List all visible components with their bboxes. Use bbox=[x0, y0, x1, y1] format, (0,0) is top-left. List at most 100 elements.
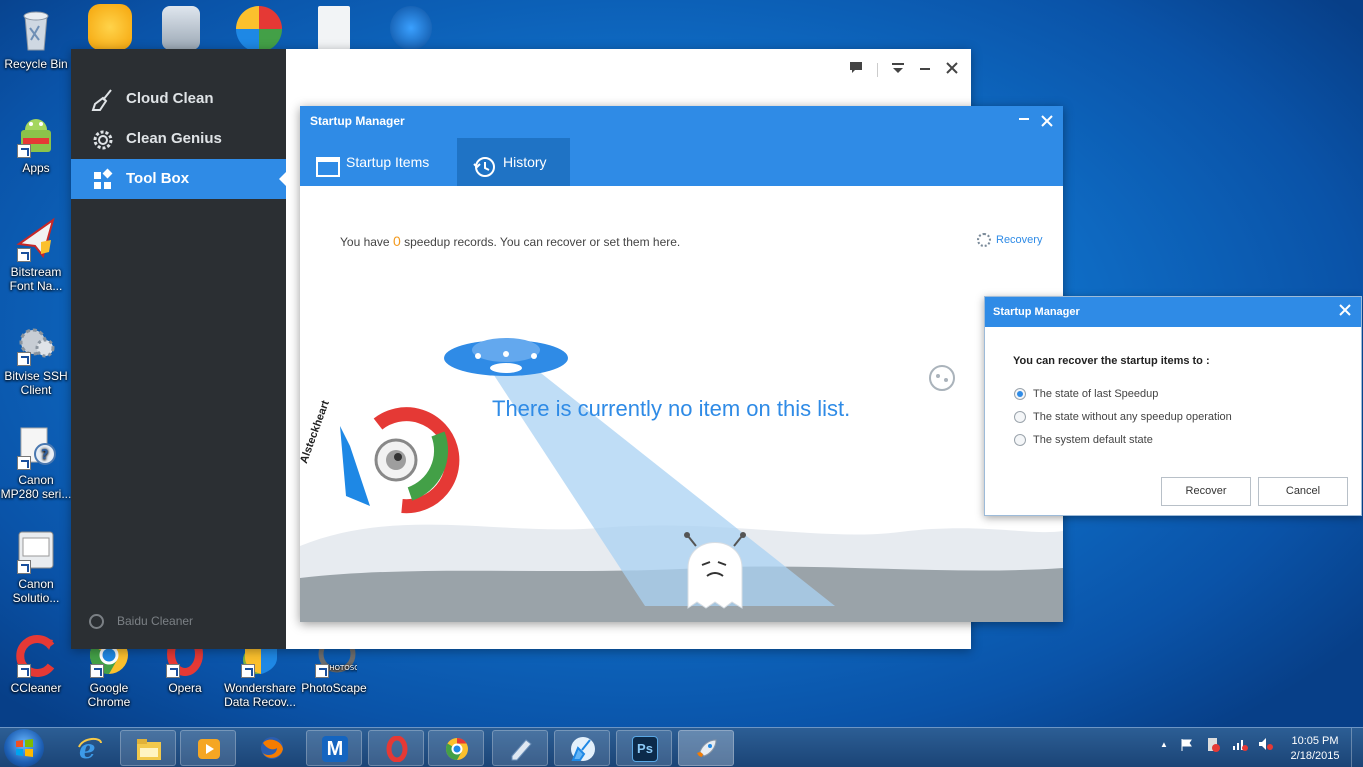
watermark-logo bbox=[340, 407, 460, 514]
dialog-question: You can recover the startup items to : bbox=[1013, 355, 1210, 367]
ps-label: Ps bbox=[637, 741, 653, 756]
records-suffix: speedup records. You can recover or set … bbox=[404, 235, 681, 249]
desktop-icon-label: CCleaner bbox=[10, 681, 62, 695]
desktop-icon-label: Wondershare Data Recov... bbox=[224, 681, 296, 709]
nav-label: Cloud Clean bbox=[126, 90, 214, 107]
radio-indicator[interactable] bbox=[1014, 388, 1026, 400]
show-desktop-button[interactable] bbox=[1351, 728, 1363, 767]
radio-indicator[interactable] bbox=[1014, 411, 1026, 423]
file-icon[interactable] bbox=[318, 6, 350, 50]
desktop-icon-canon-solution[interactable]: Canon Solutio... bbox=[0, 528, 72, 605]
network-signal-icon[interactable] bbox=[1232, 737, 1248, 751]
radio-no-speedup[interactable]: The state without any speedup operation bbox=[1014, 410, 1232, 424]
taskbar-opera[interactable] bbox=[368, 730, 424, 766]
taskbar-baidu-cleaner[interactable] bbox=[678, 730, 734, 766]
radio-last-speedup[interactable]: The state of last Speedup bbox=[1014, 387, 1158, 401]
taskbar-clock[interactable]: 10:05 PM 2/18/2015 bbox=[1282, 734, 1348, 764]
broom-icon bbox=[91, 88, 113, 111]
app-icon-top-2[interactable] bbox=[162, 6, 200, 50]
taskbar-chrome[interactable] bbox=[428, 730, 484, 766]
rocket-icon bbox=[697, 739, 717, 757]
device-icon[interactable] bbox=[1206, 737, 1220, 753]
tab-startup-items[interactable]: Startup Items bbox=[300, 138, 457, 186]
gear-icon bbox=[91, 128, 113, 150]
desktop-icon-ccleaner[interactable]: CCleaner bbox=[0, 632, 72, 695]
android-icon bbox=[13, 112, 59, 158]
desktop-icon-label: Google Chrome bbox=[87, 681, 131, 709]
taskbar-cleaner[interactable] bbox=[554, 730, 610, 766]
radio-indicator[interactable] bbox=[1014, 434, 1026, 446]
volume-muted-icon[interactable] bbox=[1258, 737, 1274, 751]
menu-button[interactable] bbox=[889, 61, 907, 79]
start-button[interactable] bbox=[4, 729, 44, 767]
firefox-icon bbox=[261, 737, 283, 759]
settings-gear-icon bbox=[977, 233, 991, 247]
recover-button[interactable]: Recover bbox=[1161, 477, 1251, 506]
help-document-icon: ? bbox=[13, 424, 59, 470]
app-icon-top-1[interactable] bbox=[88, 4, 132, 50]
minimize-icon bbox=[920, 68, 930, 70]
clock-time: 10:05 PM bbox=[1291, 735, 1339, 747]
desktop-icon-bitvise[interactable]: Bitvise SSH Client bbox=[0, 320, 72, 397]
taskbar-ie[interactable]: e bbox=[62, 730, 118, 766]
nav-cloud-clean[interactable]: Cloud Clean bbox=[71, 79, 286, 119]
taskbar-malwarebytes[interactable]: M bbox=[306, 730, 362, 766]
dialog-header: Startup Manager bbox=[985, 297, 1361, 327]
app-icon-top-5[interactable] bbox=[390, 6, 432, 50]
broom-icon bbox=[571, 737, 595, 761]
radio-label: The state of last Speedup bbox=[1033, 388, 1159, 400]
opera-icon bbox=[386, 736, 408, 762]
taskbar-firefox[interactable] bbox=[244, 730, 300, 766]
picasa-icon[interactable] bbox=[236, 6, 282, 52]
minimize-button[interactable] bbox=[916, 61, 934, 79]
desktop-icon-label: PhotoScape bbox=[301, 681, 367, 695]
clock-date: 2/18/2015 bbox=[1290, 750, 1340, 762]
tab-history[interactable]: History bbox=[457, 138, 570, 186]
tab-label: Startup Items bbox=[346, 154, 430, 170]
desktop-icon-bitstream[interactable]: Bitstream Font Na... bbox=[0, 216, 72, 293]
nav-tool-box[interactable]: Tool Box bbox=[71, 159, 287, 199]
malwarebytes-icon: M bbox=[322, 736, 348, 762]
startup-manager-window: Startup Manager Startup Items History Yo… bbox=[298, 106, 1063, 622]
empty-state-message: There is currently no item on this list. bbox=[492, 396, 851, 421]
desktop-icon-recycle-bin[interactable]: Recycle Bin bbox=[0, 8, 72, 71]
flag-icon[interactable] bbox=[1180, 738, 1194, 752]
window-icon bbox=[316, 150, 340, 177]
nav-label: Tool Box bbox=[126, 170, 190, 187]
sidebar: Cloud Clean Clean Genius Tool Box Baidu … bbox=[71, 49, 287, 649]
close-button[interactable] bbox=[943, 61, 961, 79]
cancel-button[interactable]: Cancel bbox=[1258, 477, 1348, 506]
records-count: 0 bbox=[392, 233, 401, 249]
solution-menu-icon bbox=[13, 528, 59, 574]
desktop-icon-apps[interactable]: Apps bbox=[0, 112, 72, 175]
close-icon bbox=[946, 62, 958, 74]
ccleaner-icon bbox=[13, 632, 59, 678]
radio-label: The system default state bbox=[1033, 434, 1153, 446]
close-icon bbox=[1041, 115, 1053, 127]
radio-system-default[interactable]: The system default state bbox=[1014, 433, 1153, 447]
folder-icon bbox=[137, 739, 161, 760]
taskbar-notepad[interactable] bbox=[492, 730, 548, 766]
empty-state-illustration bbox=[300, 338, 1063, 622]
desktop-icon-label: Canon MP280 seri... bbox=[0, 473, 72, 501]
chrome-icon bbox=[446, 738, 468, 760]
taskbar-explorer[interactable] bbox=[120, 730, 176, 766]
photoshop-icon: Ps bbox=[632, 736, 658, 762]
taskbar-photoshop[interactable]: Ps bbox=[616, 730, 672, 766]
internet-explorer-icon: e bbox=[78, 735, 102, 761]
close-icon bbox=[1339, 304, 1351, 316]
records-prefix: You have bbox=[340, 235, 390, 249]
taskbar: e M Ps ▲ 10:05 PM 2/18/2015 bbox=[0, 727, 1363, 767]
brand-footer: Baidu Cleaner bbox=[89, 612, 193, 630]
desktop-icon-canon-mp280[interactable]: ? Canon MP280 seri... bbox=[0, 424, 72, 501]
feedback-button[interactable] bbox=[847, 61, 865, 79]
recovery-label: Recovery bbox=[996, 234, 1043, 246]
nav-label: Clean Genius bbox=[126, 130, 222, 147]
recovery-link[interactable]: Recovery bbox=[977, 233, 1043, 247]
close-button[interactable] bbox=[1039, 115, 1055, 131]
minimize-button[interactable] bbox=[1016, 112, 1032, 128]
show-hidden-icons-button[interactable]: ▲ bbox=[1160, 740, 1168, 749]
taskbar-media-player[interactable] bbox=[180, 730, 236, 766]
dialog-close-button[interactable] bbox=[1339, 297, 1351, 327]
nav-clean-genius[interactable]: Clean Genius bbox=[71, 119, 286, 159]
